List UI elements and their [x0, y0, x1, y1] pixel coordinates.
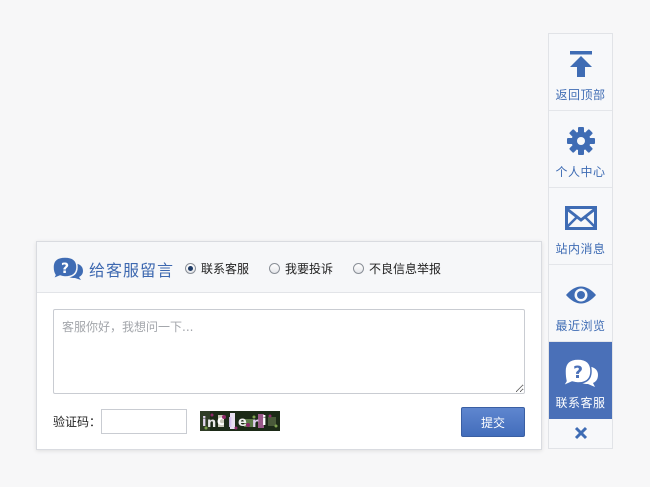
sidebar-item-label: 返回顶部 — [555, 88, 606, 102]
radio-button[interactable] — [353, 263, 365, 274]
sidebar-item-label: 联系客服 — [555, 396, 606, 410]
svg-text:e: e — [238, 415, 247, 430]
panel-title: 给客服留言 — [89, 261, 175, 280]
svg-text:r: r — [252, 416, 259, 431]
svg-text:i: i — [262, 414, 266, 429]
close-button[interactable] — [549, 419, 612, 449]
radio-complaint[interactable]: 我要投诉 — [269, 260, 333, 277]
radio-button-selected[interactable] — [185, 263, 196, 274]
radio-contact-service[interactable]: 联系客服 — [185, 260, 249, 277]
message-type-options: 联系客服 我要投诉 不良信息举报 — [185, 260, 441, 277]
radio-label: 联系客服 — [201, 262, 250, 276]
sidebar-item-contact-service[interactable]: ? 联系客服 — [549, 342, 612, 419]
question-chat-icon: ? — [51, 255, 84, 281]
captcha-image[interactable]: i n c l e r i — [200, 411, 280, 431]
svg-text:l: l — [228, 416, 232, 431]
close-icon — [574, 426, 588, 443]
radio-label: 不良信息举报 — [369, 262, 442, 276]
panel-header: ? 给客服留言 联系客服 我要投诉 不良信息举报 — [37, 242, 541, 293]
question-chat-icon: ? — [549, 356, 612, 388]
radio-button[interactable] — [269, 263, 281, 274]
gear-icon — [549, 125, 612, 157]
sidebar-item-label: 最近浏览 — [555, 319, 606, 333]
sidebar-item-personal-center[interactable]: 个人中心 — [549, 111, 612, 188]
envelope-icon — [549, 202, 612, 234]
svg-text:?: ? — [573, 363, 583, 383]
svg-text:?: ? — [61, 261, 69, 277]
sidebar-item-messages[interactable]: 站内消息 — [549, 188, 612, 265]
eye-icon — [549, 279, 612, 311]
captcha-label: 验证码： — [53, 415, 102, 429]
svg-text:n: n — [207, 416, 216, 431]
radio-report-bad-info[interactable]: 不良信息举报 — [353, 260, 441, 277]
floating-toolbar: 返回顶部 个人中心 站内消息 最近浏览 ? 联系客服 — [548, 33, 613, 449]
sidebar-item-label: 站内消息 — [555, 242, 606, 256]
sidebar-item-label: 个人中心 — [555, 165, 606, 179]
leave-message-panel: ? 给客服留言 联系客服 我要投诉 不良信息举报 验证码： — [36, 241, 542, 450]
radio-label: 我要投诉 — [285, 262, 334, 276]
page: 返回顶部 个人中心 站内消息 最近浏览 ? 联系客服 ? 给客服留言 联系客服 … — [0, 0, 650, 487]
captcha-input[interactable] — [101, 409, 187, 434]
arrow-to-top-icon — [549, 48, 612, 80]
submit-button[interactable]: 提交 — [461, 407, 525, 437]
message-textarea[interactable] — [53, 309, 525, 394]
sidebar-item-recent-browsing[interactable]: 最近浏览 — [549, 265, 612, 342]
sidebar-item-back-to-top[interactable]: 返回顶部 — [549, 34, 612, 111]
